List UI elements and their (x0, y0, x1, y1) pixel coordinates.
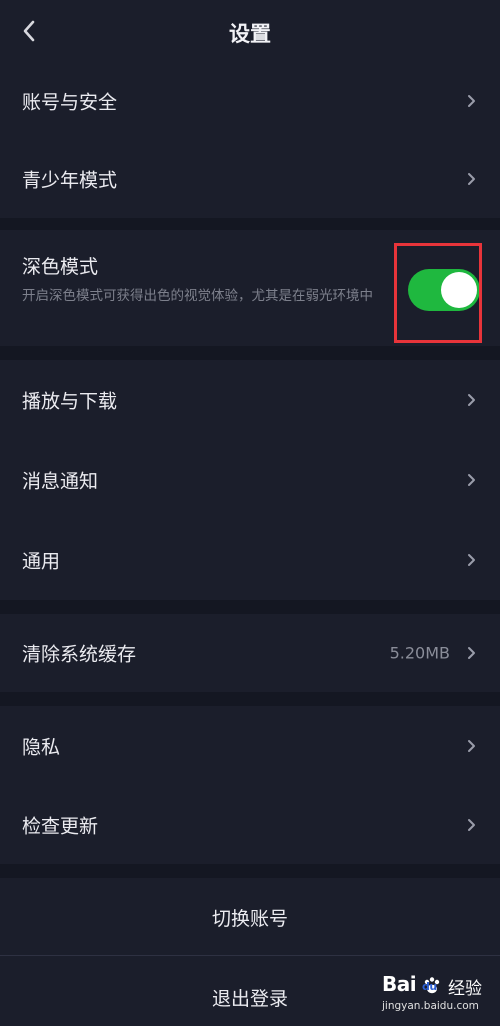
cache-group: 清除系统缓存 5.20MB (0, 614, 500, 692)
cache-size-value: 5.20MB (389, 643, 450, 663)
row-label: 消息通知 (22, 470, 99, 493)
header-bar: 设置 (0, 0, 500, 62)
baidu-jingyan-watermark: Bai du 经验 jingyan.baidu.com (382, 972, 494, 1020)
row-label: 隐私 (22, 736, 61, 758)
settings-row-notifications[interactable]: 消息通知 (0, 440, 500, 520)
divider (0, 955, 500, 956)
row-label: 账号与安全 (22, 91, 118, 114)
settings-row-playback-download[interactable]: 播放与下载 (0, 360, 500, 440)
watermark-logo-text: Bai (382, 972, 417, 996)
chevron-right-icon (468, 647, 475, 659)
settings-row-clear-cache[interactable]: 清除系统缓存 5.20MB (0, 614, 500, 692)
chevron-right-icon (468, 739, 475, 752)
row-label: 青少年模式 (22, 169, 118, 192)
watermark-url: jingyan.baidu.com (382, 1000, 479, 1012)
page-title: 设置 (229, 22, 271, 46)
row-label: 播放与下载 (22, 390, 118, 413)
dark-mode-label: 深色模式 (22, 256, 99, 278)
row-label: 检查更新 (22, 815, 99, 837)
row-label: 清除系统缓存 (22, 643, 137, 666)
settings-row-general[interactable]: 通用 (0, 520, 500, 600)
dark-mode-description: 开启深色模式可获得出色的视觉体验，尤其是在弱光环境中 (22, 288, 373, 304)
general-group: 播放与下载 消息通知 通用 (0, 360, 500, 600)
row-label: 通用 (22, 550, 61, 573)
misc-group: 隐私 检查更新 (0, 706, 500, 864)
highlight-annotation-box (394, 243, 482, 343)
chevron-right-icon (468, 474, 475, 486)
chevron-right-icon (468, 173, 475, 185)
chevron-right-icon (468, 95, 475, 107)
watermark-logo-suffix: du (422, 980, 437, 993)
switch-account-button[interactable]: 切换账号 (0, 904, 500, 931)
chevron-right-icon (468, 394, 475, 406)
account-group: 账号与安全 青少年模式 (0, 62, 500, 218)
settings-row-check-update[interactable]: 检查更新 (0, 785, 500, 864)
settings-row-account-security[interactable]: 账号与安全 (0, 62, 500, 140)
settings-row-teen-mode[interactable]: 青少年模式 (0, 140, 500, 218)
settings-row-privacy[interactable]: 隐私 (0, 706, 500, 785)
chevron-right-icon (468, 818, 475, 831)
watermark-brand: 经验 (448, 979, 482, 999)
chevron-right-icon (468, 554, 475, 566)
settings-page: 设置 账号与安全 青少年模式 深色模式 开启深色模式可获得出色的视觉体验，尤其是… (0, 0, 500, 1026)
